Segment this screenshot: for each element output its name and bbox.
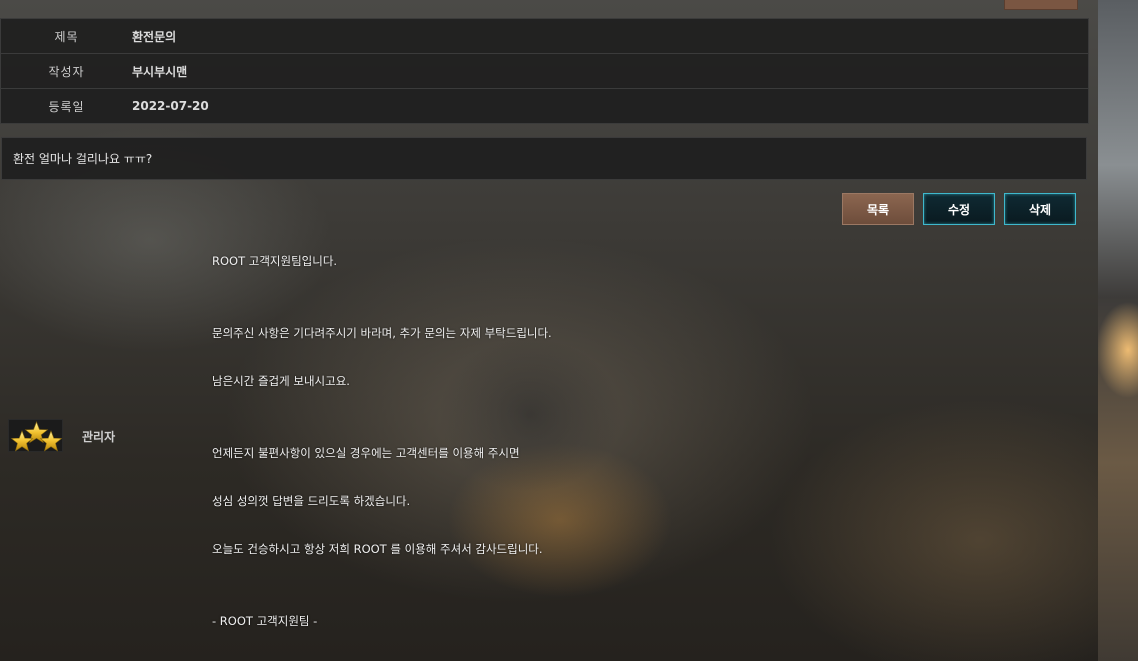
title-label: 제목 [54,29,79,44]
reply-line: 언제든지 불편사항이 있으실 경우에는 고객센터를 이용해 주시면 [212,446,520,460]
info-row-date: 등록일 2022-07-20 [0,88,1089,124]
list-button[interactable]: 목록 [842,193,914,225]
reply-line: 오늘도 건승하시고 항상 저희 ROOT 를 이용해 주셔서 감사드립니다. [212,542,543,556]
reply-line: 성심 성의껏 답변을 드리도록 하겠습니다. [212,494,411,508]
background-right-strip [1098,0,1138,661]
top-partial-button[interactable] [1004,0,1078,10]
post-info-table: 제목 환전문의 작성자 부시부시맨 등록일 2022-07-20 [0,18,1089,124]
reply-signature: - ROOT 고객지원팀 - [212,614,318,628]
edit-button[interactable]: 수정 [923,193,995,225]
author-value: 부시부시맨 [132,64,188,79]
date-value: 2022-07-20 [132,99,209,113]
reply-line: ROOT 고객지원팀입니다. [212,254,338,268]
date-label: 등록일 [48,99,85,114]
author-label: 작성자 [48,64,85,79]
title-value: 환전문의 [132,29,177,44]
admin-rank-badge [8,419,63,452]
reply-line: 문의주신 사항은 기다려주시기 바라며, 추가 문의는 자제 부탁드립니다. [212,326,552,340]
info-row-author: 작성자 부시부시맨 [0,53,1089,88]
post-content: 환전 얼마나 걸리나요 ㅠㅠ? [1,137,1087,180]
reply-line: 남은시간 즐겁게 보내시고요. [212,374,350,388]
reply-author: 관리자 [82,430,116,444]
info-row-title: 제목 환전문의 [0,18,1089,53]
three-stars-icon [10,421,63,452]
delete-button[interactable]: 삭제 [1004,193,1076,225]
